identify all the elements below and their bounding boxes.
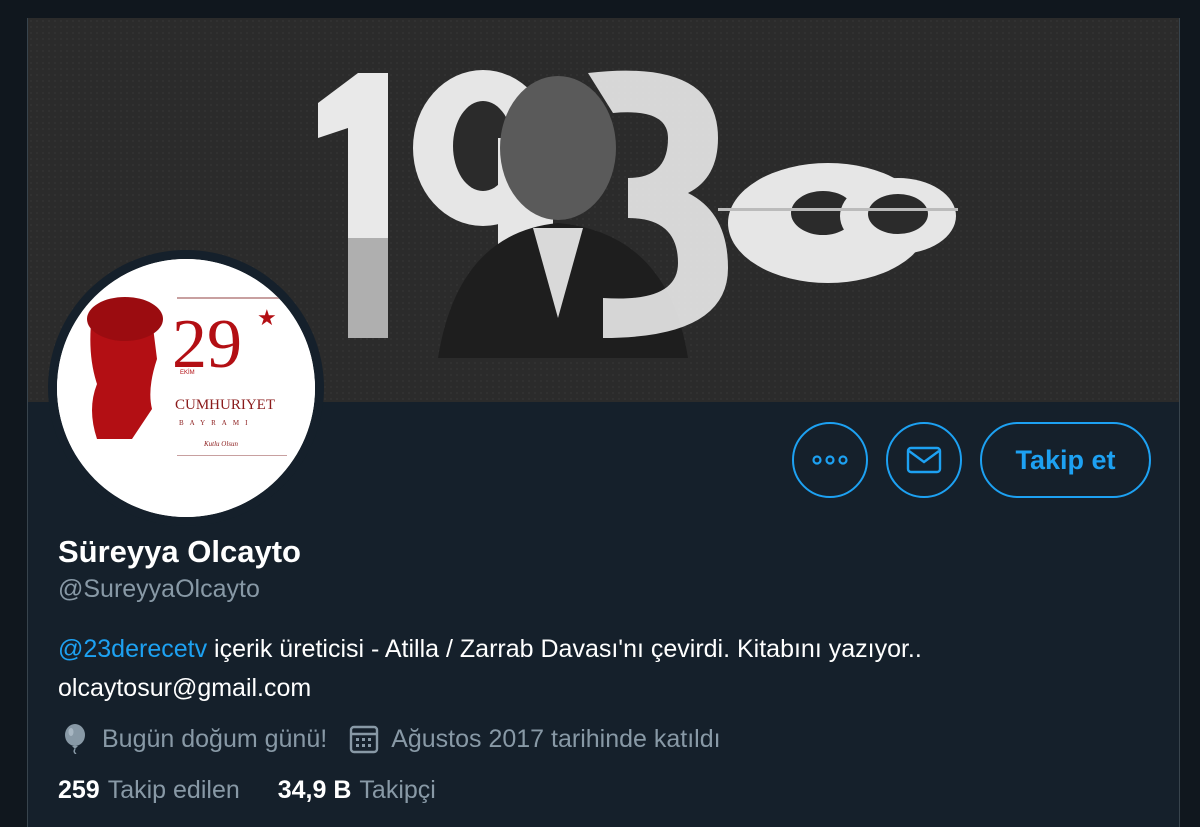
birthday-item: Bugün doğum günü! [58, 723, 327, 755]
svg-text:★: ★ [257, 305, 277, 330]
balloon-icon [58, 723, 92, 755]
joined-text: Ağustos 2017 tarihinde katıldı [391, 724, 721, 753]
display-name: Süreyya Olcayto [58, 534, 301, 569]
column-border-right [1179, 18, 1180, 827]
profile-meta: Bugün doğum günü! Ağustos 2017 tarihinde… [58, 721, 741, 757]
joined-item: Ağustos 2017 tarihinde katıldı [347, 723, 721, 755]
envelope-icon [906, 446, 942, 474]
more-button[interactable] [792, 422, 868, 498]
more-icon [812, 455, 848, 465]
bio: @23derecetv içerik üreticisi - Atilla / … [58, 630, 1158, 708]
avatar-line1: CUMHURIYET [175, 397, 275, 413]
avatar-month: EKİM [180, 369, 195, 376]
following-label: Takip edilen [107, 776, 240, 804]
right-gutter [1180, 0, 1200, 827]
bio-mention-link[interactable]: @23derecetv [58, 635, 207, 663]
follow-button[interactable]: Takip et [980, 422, 1151, 498]
handle: @SureyyaOlcayto [58, 575, 260, 603]
avatar-image: 29 ★ EKİM CUMHURIYET BAYRAMI Kutlu Olsun [57, 259, 315, 517]
left-gutter [0, 0, 28, 827]
window-top-bar [0, 0, 1200, 18]
followers-count: 34,9 B [277, 776, 352, 804]
birthday-text: Bugün doğum günü! [102, 724, 328, 753]
avatar[interactable]: 29 ★ EKİM CUMHURIYET BAYRAMI Kutlu Olsun [57, 259, 315, 517]
bio-email: olcaytosur@gmail.com [58, 674, 312, 702]
followers-label: Takipçi [359, 776, 436, 804]
followers-link[interactable]: 34,9 B Takipçi [278, 776, 436, 805]
message-button[interactable] [886, 422, 962, 498]
following-count: 259 [58, 776, 100, 804]
avatar-line2: BAYRAMI [179, 419, 253, 427]
bio-text: içerik üreticisi - Atilla / Zarrab Davas… [207, 635, 922, 663]
profile-stats: 259 Takip edilen 34,9 B Takipçi [58, 776, 474, 805]
column-border-left [27, 18, 28, 827]
avatar-signature: Kutlu Olsun [203, 440, 239, 448]
calendar-icon [347, 723, 381, 755]
following-link[interactable]: 259 Takip edilen [58, 776, 240, 805]
